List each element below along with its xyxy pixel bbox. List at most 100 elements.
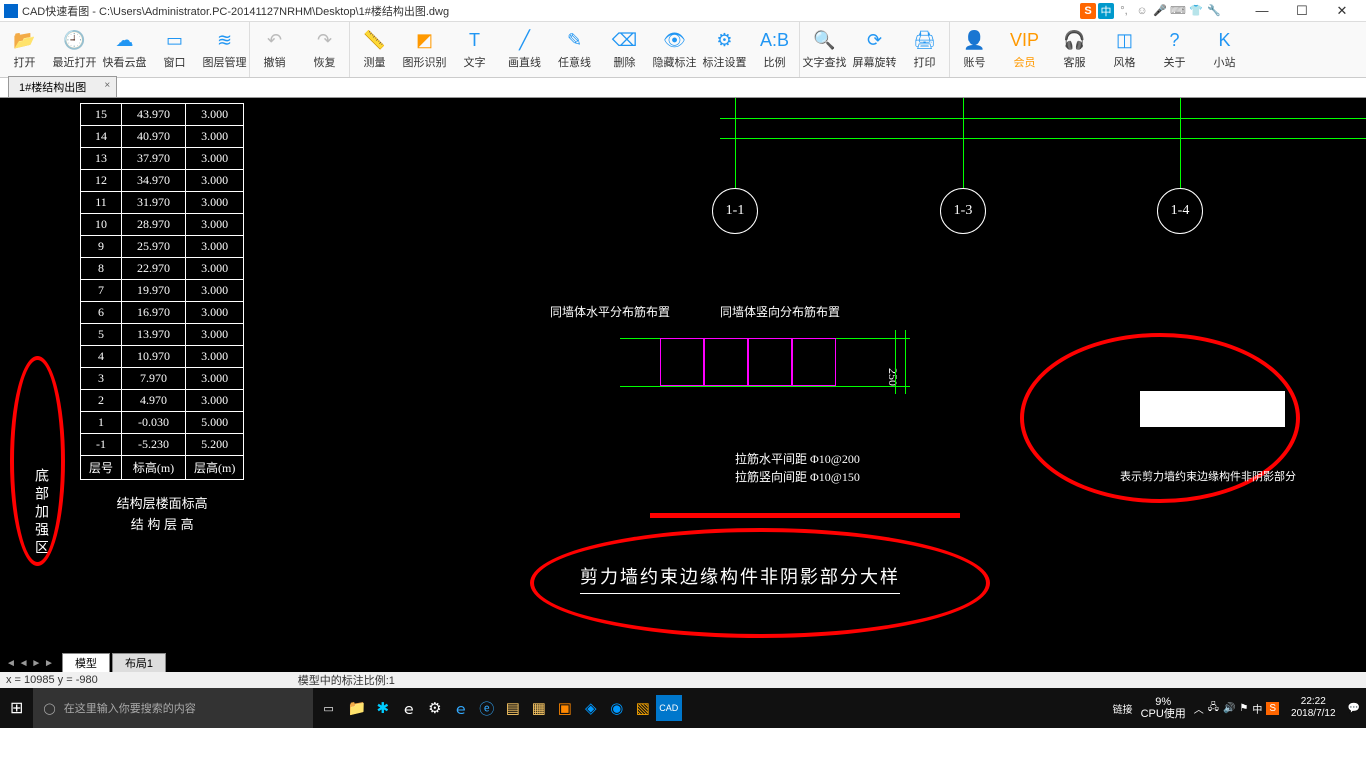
ime-tray: S 中 °, ☺ 🎤 ⌨ 👕 🔧 [1080,3,1222,19]
taskbar-app-5[interactable]: ▦ [526,695,552,721]
recent-icon: 🕘 [64,30,86,52]
scale-button[interactable]: A:B比例 [750,22,800,77]
about-icon: ? [1164,30,1186,52]
wall-diagram [640,338,880,388]
taskbar-app-3[interactable]: ｅ [396,695,422,721]
taskbar-cad-icon[interactable]: CAD [656,695,682,721]
annoset-button[interactable]: ⚙标注设置 [700,22,750,77]
taskbar-app-1[interactable]: 📁 [344,695,370,721]
cpu-widget[interactable]: 9% CPU使用 [1137,696,1190,720]
tray-net-icon[interactable]: 🖧 [1208,700,1219,717]
grid-v-1 [735,98,736,188]
taskbar-search[interactable]: ◯ 在这里输入你要搜索的内容 [33,688,313,728]
redo-icon: ↷ [314,30,336,52]
diagram-label-right: 同墙体竖向分布筋布置 [720,303,840,320]
ime-comma-icon[interactable]: °, [1116,3,1132,19]
redo-button[interactable]: ↷恢复 [300,22,350,77]
site-button[interactable]: K小站 [1200,22,1250,77]
rotate-button[interactable]: ⟳屏幕旋转 [850,22,900,77]
tray-chevron-icon[interactable]: ︿ [1194,701,1204,716]
table-row: 37.9703.000 [81,368,244,390]
task-view-icon[interactable]: ▭ [313,688,343,728]
ime-skin-icon[interactable]: 👕 [1188,3,1204,19]
layer-button[interactable]: ≋图层管理 [200,22,250,77]
hide-icon: 👁 [664,30,686,52]
style-button[interactable]: ◫风格 [1100,22,1150,77]
open-button[interactable]: 📂打开 [0,22,50,77]
support-button[interactable]: 🎧客服 [1050,22,1100,77]
scale-icon: A:B [764,30,786,52]
drawing-canvas[interactable]: 底部加强区 1543.9703.0001440.9703.0001337.970… [0,98,1366,672]
toolbar: 📂打开🕘最近打开☁快看云盘▭窗口≋图层管理↶撤销↷恢复📏测量◩图形识别T文字╱画… [0,22,1366,78]
start-button[interactable]: ⊞ [0,688,33,728]
tray-sogou-icon[interactable]: S [1266,702,1279,715]
file-tab-label: 1#楼结构出图 [19,82,86,94]
tab-nav-arrows[interactable]: ◄ ◄ ► ► [0,658,60,669]
about-button[interactable]: ?关于 [1150,22,1200,77]
tray-ime-cn[interactable]: 中 [1252,701,1262,716]
shape-button[interactable]: ◩图形识别 [400,22,450,77]
table-row: 616.9703.000 [81,302,244,324]
tray-vol-icon[interactable]: 🔊 [1223,703,1235,714]
recent-button[interactable]: 🕘最近打开 [50,22,100,77]
taskbar-app-7[interactable]: ◈ [578,695,604,721]
layout1-tab[interactable]: 布局1 [112,653,166,672]
delete-button[interactable]: ⌫删除 [600,22,650,77]
tray-link[interactable]: 链接 [1113,701,1133,716]
text-button[interactable]: T文字 [450,22,500,77]
print-button[interactable]: 🖨打印 [900,22,950,77]
ime-kbd-icon[interactable]: ⌨ [1170,3,1186,19]
grid-mark-3: 1-4 [1157,188,1203,234]
action-center-icon[interactable]: 💬 [1348,703,1360,714]
findtext-button[interactable]: 🔍文字查找 [800,22,850,77]
ime-mic-icon[interactable]: 🎤 [1152,3,1168,19]
support-icon: 🎧 [1064,30,1086,52]
measure-button[interactable]: 📏测量 [350,22,400,77]
taskbar-clock[interactable]: 22:22 2018/7/12 [1283,696,1344,720]
ime-sogou-icon[interactable]: S [1080,3,1096,19]
taskbar-explorer-icon[interactable]: ▤ [500,695,526,721]
search-icon: ◯ [43,702,55,715]
account-button[interactable]: 👤账号 [950,22,1000,77]
grid-h-line [720,118,1366,119]
table-row: -1-5.2305.200 [81,434,244,456]
measure-icon: 📏 [364,30,386,52]
hide-button[interactable]: 👁隐藏标注 [650,22,700,77]
cloud-button[interactable]: ☁快看云盘 [100,22,150,77]
maximize-button[interactable]: ☐ [1282,0,1322,22]
taskbar-app-9[interactable]: ▧ [630,695,656,721]
table-row: 1440.9703.000 [81,126,244,148]
minimize-button[interactable]: — [1242,0,1282,22]
window-button[interactable]: ▭窗口 [150,22,200,77]
taskbar-edge-icon[interactable]: ｅ [448,695,474,721]
table-row: 925.9703.000 [81,236,244,258]
taskbar-app-6[interactable]: ▣ [552,695,578,721]
grid-mark-1: 1-1 [712,188,758,234]
taskbar-ie-icon[interactable]: ⓔ [474,695,500,721]
model-tab[interactable]: 模型 [62,653,110,672]
diagram-spec1: 拉筋水平间距 Φ10@200 [735,450,860,467]
tray-flag-icon[interactable]: ⚑ [1239,703,1248,714]
undo-button[interactable]: ↶撤销 [250,22,300,77]
table-row: 1543.9703.000 [81,104,244,126]
table-row: 822.9703.000 [81,258,244,280]
site-icon: K [1214,30,1236,52]
grid-v-2 [963,98,964,188]
style-icon: ◫ [1114,30,1136,52]
line-button[interactable]: ╱画直线 [500,22,550,77]
grid-h-line2 [720,138,1366,139]
ime-tool-icon[interactable]: 🔧 [1206,3,1222,19]
ime-lang-icon[interactable]: 中 [1098,3,1114,19]
ime-face-icon[interactable]: ☺ [1134,3,1150,19]
table-row: 24.9703.000 [81,390,244,412]
taskbar-app-8[interactable]: ◉ [604,695,630,721]
annotation-ellipse-left [10,356,65,566]
vip-button[interactable]: VIP会员 [1000,22,1050,77]
taskbar-app-4[interactable]: ⚙ [422,695,448,721]
close-button[interactable]: ✕ [1322,0,1362,22]
anyline-button[interactable]: ✎任意线 [550,22,600,77]
file-tab[interactable]: 1#楼结构出图 × [8,76,117,97]
cursor-coords: x = 10985 y = -980 [6,674,98,686]
close-tab-icon[interactable]: × [104,80,110,91]
taskbar-app-2[interactable]: ✱ [370,695,396,721]
